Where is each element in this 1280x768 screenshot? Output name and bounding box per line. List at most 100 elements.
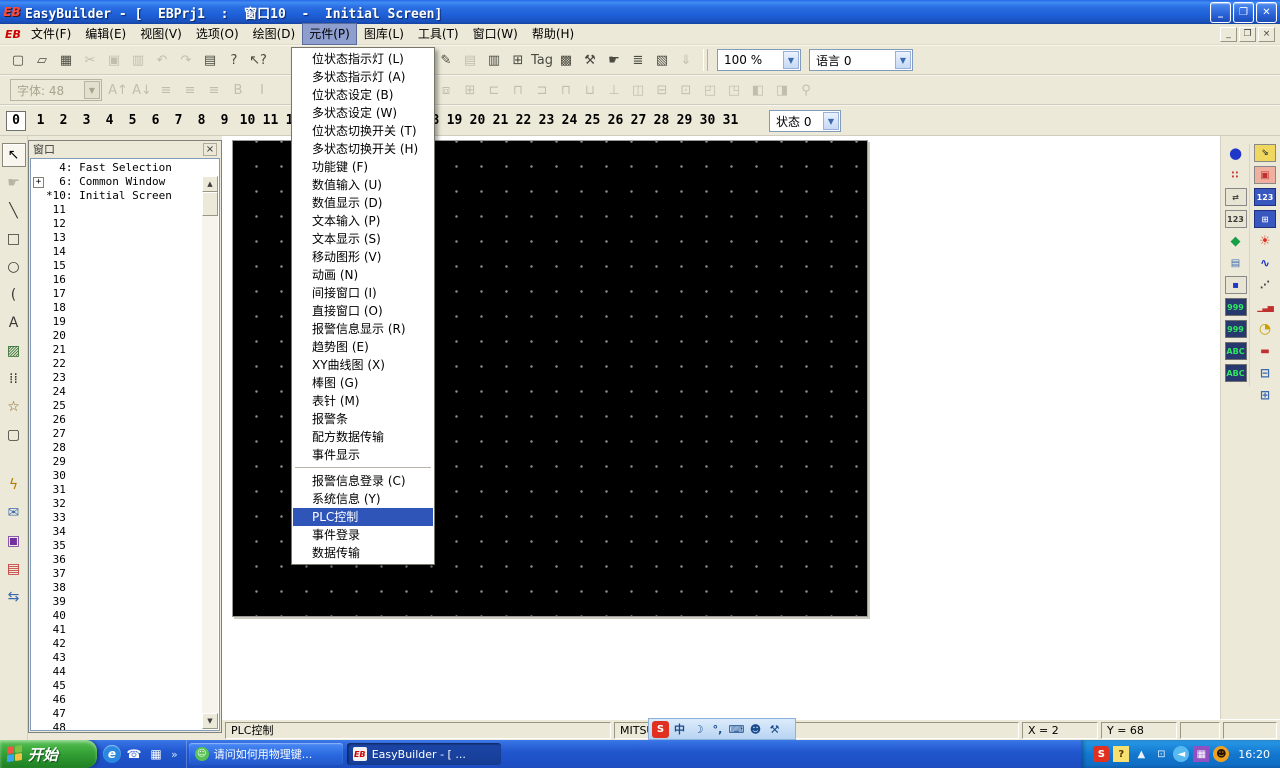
dropdown-menu-item[interactable]: 直接窗口 (O) xyxy=(293,302,433,320)
indirect-window-icon[interactable]: 123 xyxy=(1254,188,1276,206)
dropdown-menu-item[interactable]: 数值显示 (D) xyxy=(293,194,433,212)
state-number[interactable]: 2 xyxy=(52,113,75,128)
nettool-tray-icon[interactable]: ▦ xyxy=(1193,746,1209,762)
align-middle-icon[interactable]: ⊔ xyxy=(578,79,602,101)
state-number[interactable]: 11 xyxy=(259,113,282,128)
state-number[interactable]: 4 xyxy=(98,113,121,128)
dropdown-menu-item[interactable]: 功能键 (F) xyxy=(293,158,433,176)
dropdown-menu-item[interactable]: 事件登录 xyxy=(293,526,433,544)
window-list-item[interactable]: 19 xyxy=(33,315,201,329)
start-button[interactable]: 开始 xyxy=(0,740,97,768)
task-easybuilder[interactable]: EBEasyBuilder - [ ... xyxy=(347,743,501,765)
dropdown-menu-item[interactable]: 动画 (N) xyxy=(293,266,433,284)
ungroup-icon[interactable]: ⊞ xyxy=(458,79,482,101)
tag-icon[interactable]: Tag xyxy=(530,49,554,71)
task-qq-chat[interactable]: ☺请问如何用物理键... xyxy=(189,743,343,765)
window-list-item[interactable]: 47 xyxy=(33,707,201,721)
paste-icon[interactable]: ▥ xyxy=(126,49,150,71)
usb-tray-icon[interactable]: ▲ xyxy=(1133,746,1149,762)
help-tray-icon[interactable]: ? xyxy=(1113,746,1129,762)
window-list-item[interactable]: 18 xyxy=(33,301,201,315)
state-select[interactable]: 状态 0▼ xyxy=(769,110,841,132)
word-switch-icon[interactable]: 123 xyxy=(1225,210,1247,228)
recipe-transfer-icon[interactable]: ⊟ xyxy=(1254,364,1276,382)
state-number[interactable]: 24 xyxy=(558,113,581,128)
punctuation-icon[interactable]: °, xyxy=(709,721,726,738)
same-size-icon[interactable]: ⊡ xyxy=(674,79,698,101)
menu-item[interactable]: 编辑(E) xyxy=(78,23,133,45)
state-number[interactable]: 8 xyxy=(190,113,213,128)
select-tool[interactable]: ↖ xyxy=(2,143,26,167)
state-number[interactable]: 19 xyxy=(443,113,466,128)
state-number[interactable]: 25 xyxy=(581,113,604,128)
menu-item[interactable]: 绘图(D) xyxy=(246,23,303,45)
menu-item[interactable]: 文件(F) xyxy=(24,23,78,45)
fullwidth-icon[interactable]: ☽ xyxy=(690,721,707,738)
window-list-item[interactable]: *10: Initial Screen xyxy=(33,189,201,203)
window-list-item[interactable]: 41 xyxy=(33,623,201,637)
state-number[interactable]: 26 xyxy=(604,113,627,128)
bit-switch-icon[interactable]: ⇄ xyxy=(1225,188,1247,206)
soft-keyboard-icon[interactable]: ⌨ xyxy=(728,721,745,738)
scroll-up-icon[interactable]: ▲ xyxy=(202,176,218,192)
window-list-item[interactable]: 29 xyxy=(33,455,201,469)
scrollbar[interactable]: ▲ ▼ xyxy=(202,176,218,729)
window-list-item[interactable]: 32 xyxy=(33,497,201,511)
state-number[interactable]: 20 xyxy=(466,113,489,128)
group-objects-icon[interactable]: ▣ xyxy=(2,529,26,553)
send-back-icon[interactable]: ◳ xyxy=(722,79,746,101)
language-select[interactable]: 语言 0▼ xyxy=(809,49,913,71)
window-list-item[interactable]: 6: Common Window xyxy=(33,175,201,189)
window-list-item[interactable]: 36 xyxy=(33,553,201,567)
alarm-display-icon[interactable]: ☀ xyxy=(1254,232,1276,250)
dropdown-menu-item[interactable]: 棒图 (G) xyxy=(293,374,433,392)
minimize-button[interactable]: _ xyxy=(1210,2,1231,23)
state-number[interactable]: 1 xyxy=(29,113,52,128)
text-list-icon[interactable]: ▤ xyxy=(1225,254,1247,272)
window-list-item[interactable]: 40 xyxy=(33,609,201,623)
text-display-icon[interactable]: ABC xyxy=(1225,364,1247,382)
align-top-icon[interactable]: ⊓ xyxy=(554,79,578,101)
window-list-item[interactable]: 31 xyxy=(33,483,201,497)
chevron-down-icon[interactable]: ▼ xyxy=(895,51,911,69)
scrollbar-thumb[interactable] xyxy=(202,192,218,216)
dropdown-menu-item[interactable]: 事件显示 xyxy=(293,446,433,464)
mdi-minimize-button[interactable]: _ xyxy=(1220,27,1237,42)
dropdown-menu-item[interactable]: 报警信息登录 (C) xyxy=(293,472,433,490)
window-list-item[interactable]: 38 xyxy=(33,581,201,595)
window-list-item[interactable]: 33 xyxy=(33,511,201,525)
pin-icon[interactable]: ⚲ xyxy=(794,79,818,101)
dropdown-menu-item[interactable]: 移动图形 (V) xyxy=(293,248,433,266)
window-list-item[interactable]: 11 xyxy=(33,203,201,217)
text-align-center-icon[interactable]: ≡ xyxy=(178,79,202,101)
dropdown-menu-item[interactable]: 位状态设定 (B) xyxy=(293,86,433,104)
same-width-icon[interactable]: ◫ xyxy=(626,79,650,101)
dropdown-menu-item[interactable]: PLC控制 xyxy=(293,508,433,526)
undo-icon[interactable]: ↶ xyxy=(150,49,174,71)
bold-icon[interactable]: B xyxy=(226,79,250,101)
menu-item[interactable]: 视图(V) xyxy=(133,23,189,45)
state-number[interactable]: 29 xyxy=(673,113,696,128)
mdi-close-button[interactable]: × xyxy=(1258,27,1275,42)
align-right-icon[interactable]: ⊐ xyxy=(530,79,554,101)
window-list-item[interactable]: 4: Fast Selection xyxy=(33,161,201,175)
dropdown-menu-item[interactable]: 表针 (M) xyxy=(293,392,433,410)
word-lamp-icon[interactable]: ∷ xyxy=(1225,166,1247,184)
dropdown-menu-item[interactable]: 报警信息显示 (R) xyxy=(293,320,433,338)
state-number[interactable]: 27 xyxy=(627,113,650,128)
window-list-item[interactable]: 22 xyxy=(33,357,201,371)
window-tray-icon[interactable]: ⊡ xyxy=(1153,746,1169,762)
window-list-item[interactable]: 46 xyxy=(33,693,201,707)
chevron-down-icon[interactable]: ▼ xyxy=(823,112,839,130)
ie-quicklaunch-icon[interactable]: e xyxy=(103,745,121,763)
state-number[interactable]: 3 xyxy=(75,113,98,128)
scale-tool[interactable]: ⁞⁞ xyxy=(2,367,26,391)
window-list-item[interactable]: 26 xyxy=(33,413,201,427)
trend-chart-icon[interactable]: ∿ xyxy=(1254,254,1276,272)
object-list-icon[interactable]: ≣ xyxy=(626,49,650,71)
menu-item[interactable]: 帮助(H) xyxy=(525,23,581,45)
window-list-item[interactable]: 42 xyxy=(33,637,201,651)
window-list-item[interactable]: 21 xyxy=(33,343,201,357)
window-list-item[interactable]: 35 xyxy=(33,539,201,553)
print-icon[interactable]: ▤ xyxy=(198,49,222,71)
